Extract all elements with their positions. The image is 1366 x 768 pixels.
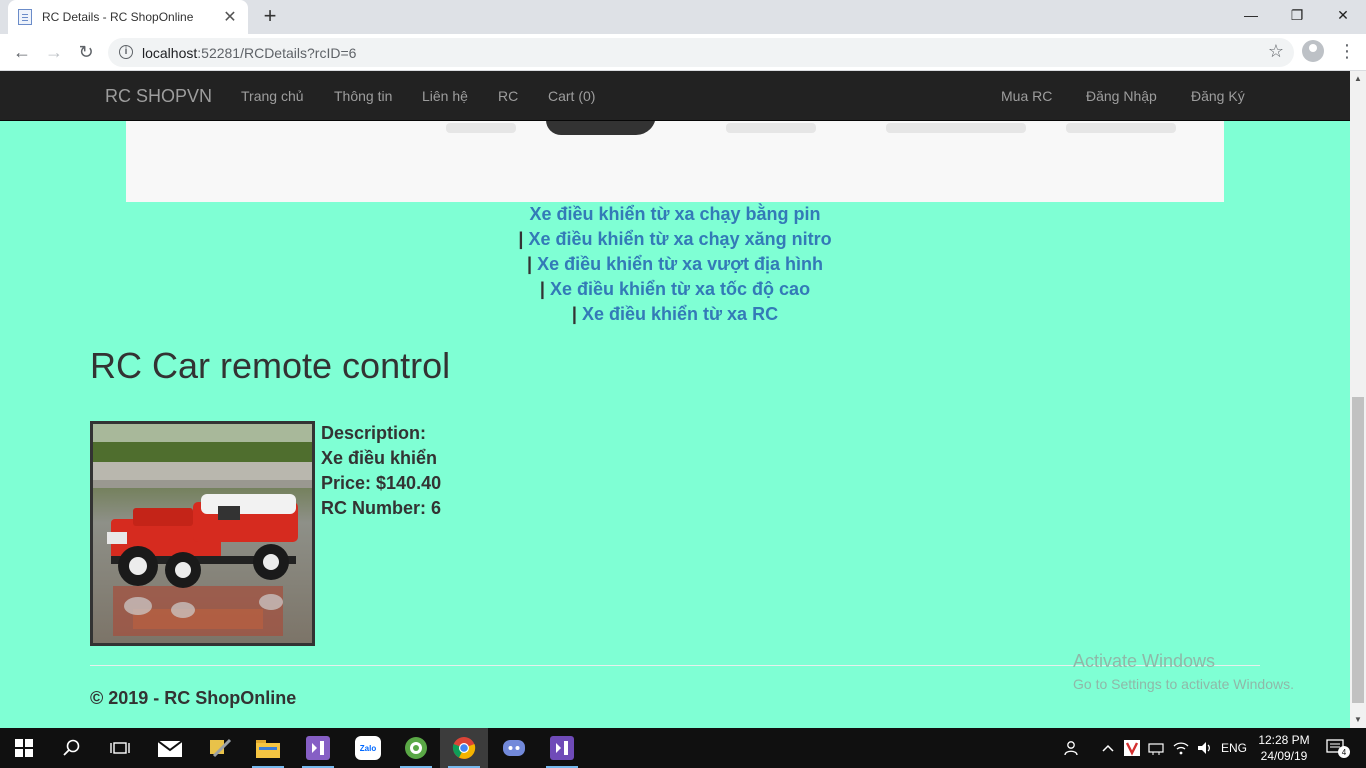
url-path: :52281/RCDetails?rcID=6: [197, 45, 357, 61]
tab-title: RC Details - RC ShopOnline: [42, 10, 194, 24]
mail-icon[interactable]: [146, 728, 194, 768]
rc-number-value: RC Number: 6: [321, 498, 442, 518]
task-view-icon[interactable]: [96, 728, 144, 768]
maximize-button[interactable]: ❐: [1274, 0, 1320, 30]
chrome-icon[interactable]: [440, 728, 488, 768]
nav-home-link[interactable]: Trang chủ: [241, 88, 304, 104]
category-link[interactable]: Xe điều khiển từ xa vượt địa hình: [537, 254, 823, 274]
product-details: Description: Xe điều khiển Price: $140.4…: [321, 421, 621, 521]
tab-close-icon[interactable]: ✕: [222, 7, 238, 27]
address-bar[interactable]: i localhost:52281/RCDetails?rcID=6 ☆: [108, 38, 1294, 67]
minimize-button[interactable]: —: [1228, 0, 1274, 30]
product-image: [90, 421, 315, 646]
browser-tab-strip: RC Details - RC ShopOnline ✕ + — ❐ ✕: [0, 0, 1366, 34]
footer-copyright: © 2019 - RC ShopOnline: [90, 688, 297, 708]
page-favicon-icon: [18, 9, 32, 25]
description-label: Description:: [321, 423, 427, 443]
clock-time: 12:28 PM: [1258, 733, 1310, 747]
windows-taskbar: Zalo ENG 12:28 PM 24/09/19 4: [0, 728, 1366, 768]
activate-windows-watermark: Activate Windows Go to Settings to activ…: [1073, 651, 1294, 692]
banner-detail: [886, 123, 1026, 133]
reload-icon[interactable]: ↻: [74, 40, 98, 64]
notification-count: 4: [1342, 748, 1347, 757]
nav-contact-link[interactable]: Liên hệ: [422, 88, 468, 104]
profile-avatar-icon[interactable]: [1302, 40, 1324, 62]
show-hidden-icons-icon[interactable]: [1096, 728, 1120, 768]
category-link[interactable]: Xe điều khiển từ xa chạy xăng nitro: [528, 229, 831, 249]
banner-detail: [726, 123, 816, 133]
site-info-icon[interactable]: i: [119, 45, 133, 59]
coccoc-icon[interactable]: [392, 728, 440, 768]
brand-link[interactable]: RC SHOPVN: [105, 86, 212, 107]
nav-about-link[interactable]: Thông tin: [334, 88, 392, 104]
price-value: Price: $140.40: [321, 473, 442, 493]
category-links: Xe điều khiển từ xa chạy bằng pin | Xe đ…: [0, 202, 1350, 327]
url-text[interactable]: localhost:52281/RCDetails?rcID=6: [142, 45, 356, 61]
category-separator: |: [518, 229, 524, 249]
clock-date: 24/09/19: [1260, 749, 1308, 763]
start-icon[interactable]: [0, 728, 48, 768]
network-adapter-icon[interactable]: [1144, 728, 1168, 768]
site-navbar: RC SHOPVN Trang chủ Thông tin Liên hệ RC…: [0, 71, 1350, 121]
people-icon[interactable]: [1060, 728, 1084, 768]
scroll-down-icon[interactable]: ▼: [1350, 712, 1366, 728]
scrollbar-thumb[interactable]: [1352, 397, 1364, 703]
language-indicator[interactable]: ENG: [1218, 728, 1250, 768]
volume-icon[interactable]: [1194, 728, 1216, 768]
zalo-icon[interactable]: Zalo: [344, 728, 392, 768]
page-viewport: RC SHOPVN Trang chủ Thông tin Liên hệ RC…: [0, 71, 1350, 728]
nav-login-link[interactable]: Đăng Nhập: [1086, 88, 1157, 104]
browser-tab[interactable]: RC Details - RC ShopOnline ✕: [8, 0, 248, 34]
url-host: localhost: [142, 45, 198, 61]
bookmark-star-icon[interactable]: ☆: [1268, 41, 1284, 62]
taskbar-clock[interactable]: 12:28 PM 24/09/19: [1252, 732, 1316, 764]
search-icon[interactable]: [48, 728, 96, 768]
banner-detail: [446, 123, 516, 133]
tools-icon[interactable]: [196, 728, 244, 768]
nav-register-link[interactable]: Đăng Ký: [1191, 88, 1245, 104]
category-link[interactable]: Xe điều khiển từ xa tốc độ cao: [550, 279, 810, 299]
vietkey-icon[interactable]: [1122, 728, 1142, 768]
nav-cart-link[interactable]: Cart (0): [548, 88, 595, 104]
forward-icon[interactable]: →: [42, 40, 66, 64]
wifi-icon[interactable]: [1170, 728, 1192, 768]
discord-icon[interactable]: [490, 728, 538, 768]
visual-studio-2-icon[interactable]: [538, 728, 586, 768]
nav-buy-rc-link[interactable]: Mua RC: [1001, 88, 1052, 104]
watermark-subtitle: Go to Settings to activate Windows.: [1073, 676, 1294, 692]
page-title: RC Car remote control: [90, 345, 451, 386]
browser-menu-icon[interactable]: ⋮: [1337, 40, 1357, 64]
category-separator: |: [527, 254, 533, 274]
category-link[interactable]: Xe điều khiển từ xa RC: [582, 304, 778, 324]
description-value: Xe điều khiển: [321, 448, 438, 468]
visual-studio-icon[interactable]: [294, 728, 342, 768]
page-scrollbar[interactable]: ▲ ▼: [1350, 71, 1366, 728]
category-separator: |: [539, 279, 545, 299]
file-explorer-icon[interactable]: [244, 728, 292, 768]
action-center-icon[interactable]: 4: [1318, 728, 1358, 768]
nav-rc-link[interactable]: RC: [498, 88, 518, 104]
new-tab-button[interactable]: +: [258, 4, 282, 28]
watermark-title: Activate Windows: [1073, 651, 1216, 671]
zalo-label: Zalo: [360, 744, 377, 753]
category-separator: |: [571, 304, 577, 324]
scroll-up-icon[interactable]: ▲: [1350, 71, 1366, 87]
rc-truck-photo: [93, 424, 312, 643]
close-window-button[interactable]: ✕: [1320, 0, 1366, 30]
back-icon[interactable]: ←: [10, 40, 34, 64]
banner-detail: [1066, 123, 1176, 133]
category-link[interactable]: Xe điều khiển từ xa chạy bằng pin: [529, 204, 820, 224]
browser-toolbar: ← → ↻ i localhost:52281/RCDetails?rcID=6…: [0, 34, 1366, 71]
